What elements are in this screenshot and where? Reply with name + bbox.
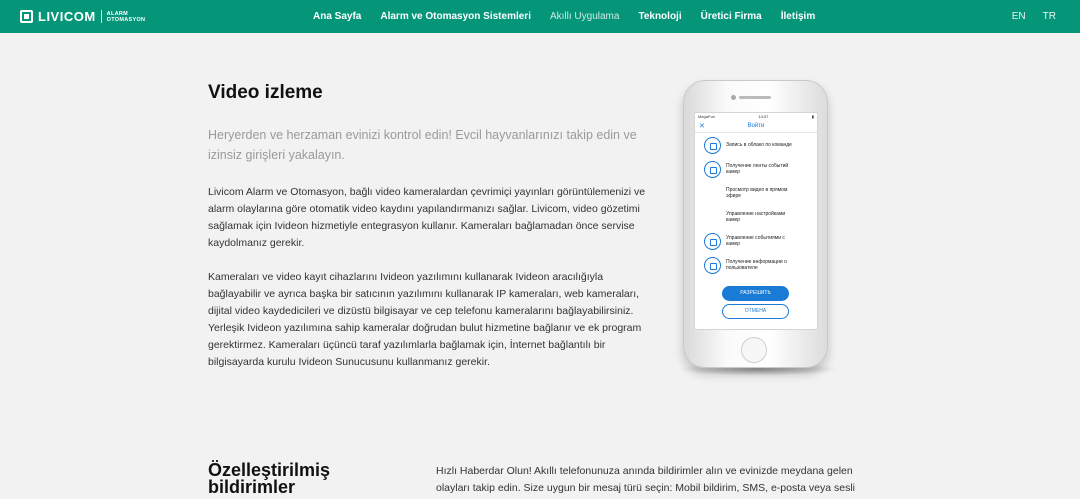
section-lead: Heryerden ve herzaman evinizi kontrol ed…	[208, 128, 637, 162]
permission-row: Запись в облако по команде	[695, 133, 817, 157]
screen-header: ✕ Войти	[695, 121, 817, 133]
permission-row: Получение информации о пользователе	[695, 253, 817, 277]
section-paragraph-1: Livicom Alarm ve Otomasyon, bağlı video …	[208, 186, 646, 249]
brand-logo[interactable]: LIVICOM ALARM OTOMASYON	[20, 9, 145, 24]
close-icon[interactable]: ✕	[699, 121, 705, 132]
permission-row: Управление настройками камер	[695, 205, 817, 229]
home-button	[741, 337, 767, 363]
next-section-title: Özelleştirilmiş bildirimler	[208, 460, 331, 497]
permission-text: Запись в облако по команде	[726, 142, 792, 148]
phone-screen: MegaFon 14:37 ▮ ✕ Войти Запись в облако …	[694, 112, 818, 330]
permission-text: Просмотр видео в прямом эфире	[726, 187, 788, 199]
menu-item-alarm-sistemleri[interactable]: Alarm ve Otomasyon Sistemleri	[380, 11, 531, 22]
screen-title: Войти	[747, 123, 765, 129]
brand-name: LIVICOM	[38, 9, 96, 24]
logo-divider	[100, 10, 102, 23]
language-switcher: EN TR	[1012, 11, 1056, 22]
menu-item-uretici-firma[interactable]: Üretici Firma	[701, 11, 762, 22]
blank-icon	[704, 209, 721, 226]
section-paragraph-2: Kameraları ve video kayıt cihazlarını Iv…	[208, 271, 642, 368]
logo-icon	[20, 10, 33, 23]
user-icon	[704, 256, 721, 274]
allow-button[interactable]: РАЗРЕШИТЬ	[722, 286, 789, 301]
permission-text: Управление настройками камер	[726, 211, 786, 223]
cancel-button[interactable]: ОТМЕНА	[722, 304, 789, 319]
lang-en[interactable]: EN	[1012, 11, 1026, 22]
status-bar: MegaFon 14:37 ▮	[695, 113, 817, 121]
menu-item-iletisim[interactable]: İletişim	[781, 11, 815, 22]
section-title: Video izleme	[208, 82, 323, 103]
menu-item-teknoloji[interactable]: Teknoloji	[638, 11, 681, 22]
battery-icon: ▮	[811, 114, 814, 119]
clock-label: 14:37	[758, 114, 769, 119]
top-navbar: LIVICOM ALARM OTOMASYON Ana Sayfa Alarm …	[0, 0, 1080, 33]
lang-tr[interactable]: TR	[1043, 11, 1056, 22]
permission-text: Получение информации о пользователе	[726, 259, 787, 271]
phone-speaker	[739, 96, 771, 99]
main-menu: Ana Sayfa Alarm ve Otomasyon Sistemleri …	[313, 11, 834, 22]
brand-sub-line-2: OTOMASYON	[106, 16, 146, 23]
phone-mockup: MegaFon 14:37 ▮ ✕ Войти Запись в облако …	[683, 80, 828, 368]
list-icon	[704, 160, 721, 178]
list-icon	[704, 232, 721, 250]
permission-text: Получение ленты событий камер	[726, 163, 789, 175]
blank-icon	[704, 185, 721, 202]
menu-item-ana-sayfa[interactable]: Ana Sayfa	[313, 11, 361, 22]
permission-row: Просмотр видео в прямом эфире	[695, 181, 817, 205]
brand-subtitle: ALARM OTOMASYON	[107, 11, 146, 23]
permission-row: Управление событиями с камер	[695, 229, 817, 253]
permission-row: Получение ленты событий камер	[695, 157, 817, 181]
next-section-text: Hızlı Haberdar Olun! Akıllı telefonunuza…	[436, 465, 856, 494]
phone-camera	[731, 95, 736, 100]
carrier-label: MegaFon	[698, 114, 715, 119]
menu-item-akilli-uygulama[interactable]: Akıllı Uygulama	[550, 11, 619, 22]
permission-text: Управление событиями с камер	[726, 235, 785, 247]
cloud-icon	[704, 136, 721, 154]
